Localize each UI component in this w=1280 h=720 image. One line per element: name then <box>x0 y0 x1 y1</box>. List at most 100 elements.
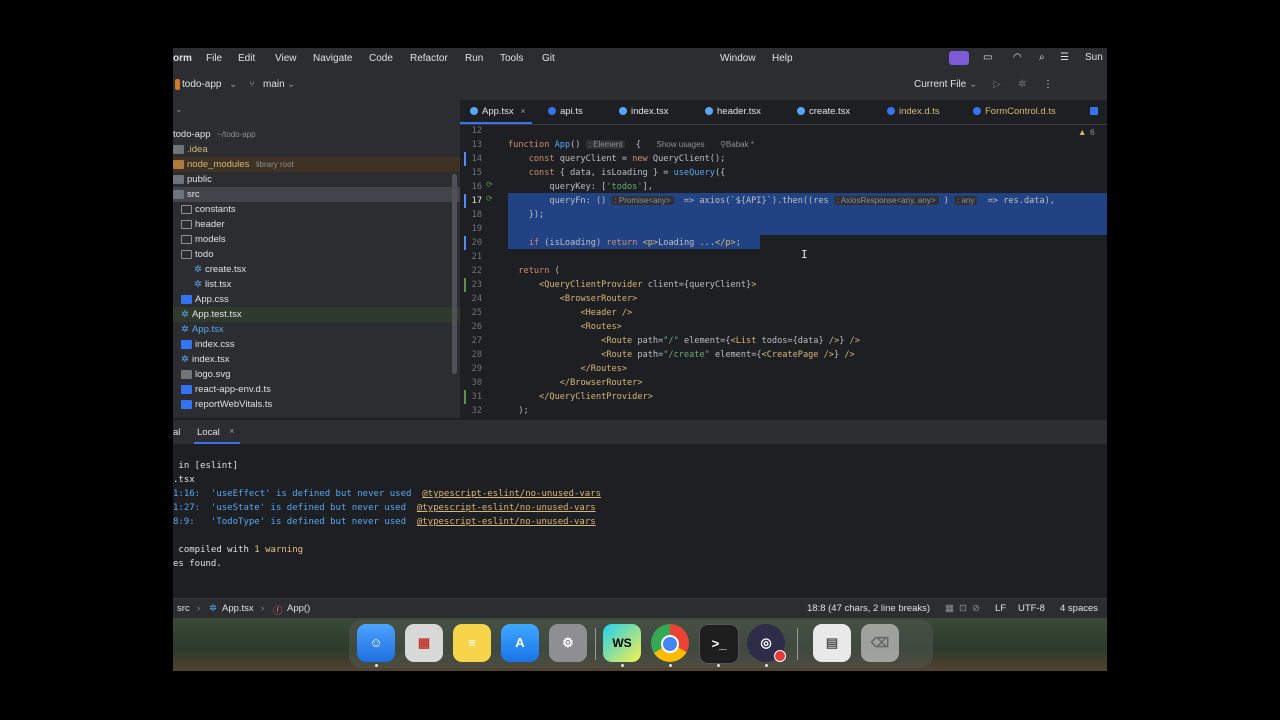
menu-window[interactable]: Window <box>720 53 756 64</box>
show-usages-link[interactable]: Show usages <box>657 140 705 149</box>
problems-count[interactable]: 6 <box>1090 127 1095 137</box>
tab-header-tsx[interactable]: header.tsx <box>705 106 761 117</box>
chevron-down-icon[interactable]: ⌄ <box>229 79 237 90</box>
clock[interactable]: Sun <box>1085 52 1103 63</box>
tab-label: api.ts <box>560 106 583 117</box>
trash-icon[interactable]: ⌫ <box>861 624 899 662</box>
tree-item-src[interactable]: src <box>173 187 460 202</box>
lock-icon[interactable]: ⊡ <box>959 603 967 614</box>
tab-local[interactable]: Local <box>197 427 220 438</box>
tab-terminal[interactable]: al <box>173 427 180 438</box>
launchpad-icon[interactable]: ▦ <box>405 624 443 662</box>
breadcrumb-src[interactable]: src <box>177 603 190 614</box>
encoding[interactable]: UTF-8 <box>1018 603 1045 614</box>
tab-api-ts[interactable]: api.ts <box>548 106 583 117</box>
menu-refactor[interactable]: Refactor <box>410 53 448 64</box>
close-icon[interactable]: × <box>229 426 235 437</box>
gutter-icon[interactable]: ⟳ <box>486 180 493 189</box>
warning-icon[interactable]: ▲ <box>1078 127 1086 137</box>
tree-item-header[interactable]: header <box>173 217 468 232</box>
run-icon[interactable]: ▷ <box>993 79 1001 90</box>
more-icon[interactable]: ⋮ <box>1043 79 1053 90</box>
tree-item-index-tsx[interactable]: ✲ index.tsx <box>173 352 468 367</box>
settings-icon[interactable]: ⚙ <box>549 624 587 662</box>
code-line: </BrowserRouter> <box>559 378 643 388</box>
webstorm-icon[interactable]: WS <box>603 624 641 662</box>
tab-formcontrol-d-ts[interactable]: FormControl.d.ts <box>973 106 1056 117</box>
indent[interactable]: 4 spaces <box>1060 603 1098 614</box>
terminal-icon[interactable]: >_ <box>699 624 739 664</box>
tree-item-models[interactable]: models <box>173 232 468 247</box>
notes-icon[interactable]: ≡ <box>453 624 491 662</box>
eslint-rule-link[interactable]: @typescript-eslint/no-unused-vars <box>417 503 596 513</box>
code-editor[interactable]: App.tsx × api.ts index.tsx header.tsx cr… <box>460 100 1107 418</box>
dock-divider <box>595 628 596 660</box>
menu-git[interactable]: Git <box>542 53 555 64</box>
tree-item-app-tsx[interactable]: ✲ App.tsx <box>173 322 468 337</box>
finder-icon[interactable]: ☺ <box>357 624 395 662</box>
run-config-selector[interactable]: Current File <box>914 79 966 90</box>
tree-scrollbar[interactable] <box>452 174 457 374</box>
menu-view[interactable]: View <box>275 53 297 64</box>
tree-item-index-css[interactable]: index.css <box>173 337 468 352</box>
app-store-icon[interactable]: A <box>501 624 539 662</box>
close-icon[interactable]: × <box>520 106 526 117</box>
search-icon[interactable]: ⌕ <box>1039 52 1045 63</box>
screen-mirror-icon[interactable] <box>949 51 969 65</box>
menu-file[interactable]: File <box>206 53 222 64</box>
preview-icon[interactable]: ▤ <box>813 624 851 662</box>
eslint-rule-link[interactable]: @typescript-eslint/no-unused-vars <box>417 517 596 527</box>
battery-icon[interactable]: ▭ <box>983 52 992 63</box>
project-selector[interactable]: todo-app <box>182 79 221 90</box>
webstorm-label: WS <box>612 636 632 650</box>
tab-index-d-ts[interactable]: index.d.ts <box>887 106 940 117</box>
menu-run[interactable]: Run <box>465 53 483 64</box>
menu-edit[interactable]: Edit <box>238 53 255 64</box>
menu-navigate[interactable]: Navigate <box>313 53 352 64</box>
tree-item-todo[interactable]: todo <box>173 247 468 262</box>
tab-app-tsx[interactable]: App.tsx × <box>470 106 526 117</box>
app-name[interactable]: orm <box>173 53 192 64</box>
tree-item-node-modules[interactable]: node_modules library root <box>173 157 460 172</box>
tree-item-create[interactable]: ✲ create.tsx <box>173 262 481 277</box>
chevron-down-icon[interactable]: ⌄ <box>287 79 295 90</box>
collapse-icon[interactable]: ⌄ <box>175 104 183 115</box>
control-center-icon[interactable]: ☰ <box>1060 52 1069 63</box>
tab-create-tsx[interactable]: create.tsx <box>797 106 850 117</box>
eslint-rule-link[interactable]: @typescript-eslint/no-unused-vars <box>422 489 601 499</box>
debug-icon[interactable]: ✲ <box>1018 79 1026 90</box>
memory-icon[interactable]: ▦ <box>945 603 954 614</box>
wifi-icon[interactable]: ◠ <box>1013 52 1022 63</box>
tree-item-list[interactable]: ✲ list.tsx <box>173 277 481 292</box>
terminal-output[interactable]: in [eslint] .tsx 1:16: 'useEffect' is de… <box>173 444 1107 598</box>
code-area[interactable]: ▲ 6 ⟳ ⟳ 12 13 14 15 16 17 18 19 20 21 22 <box>460 124 1107 418</box>
menu-code[interactable]: Code <box>369 53 393 64</box>
line-ending[interactable]: LF <box>995 603 1006 614</box>
code-line: queryKey: ['todos'], <box>508 182 653 192</box>
ide-toolbar: todo-app ⌄ ⑂ main ⌄ Current File ⌄ ▷ ✲ ⋮ <box>173 70 1107 101</box>
chrome-icon[interactable] <box>651 624 689 662</box>
tree-item-root[interactable]: todo-app ~/todo-app <box>173 127 460 142</box>
code-line: function App() : Element { Show usages ⚲… <box>508 140 754 150</box>
tree-item-public[interactable]: public <box>173 172 460 187</box>
tab-index-tsx[interactable]: index.tsx <box>619 106 669 117</box>
tree-item-report-web-vitals[interactable]: reportWebVitals.ts <box>173 397 468 412</box>
tree-item-label: App.css <box>195 294 229 305</box>
gutter-icon[interactable]: ⟳ <box>486 194 493 203</box>
breadcrumb-function[interactable]: App() <box>287 603 310 614</box>
css-file-icon <box>181 294 192 304</box>
tree-item-logo-svg[interactable]: logo.svg <box>173 367 468 382</box>
tree-item-app-test[interactable]: ✲ App.test.tsx <box>173 307 468 322</box>
branch-selector[interactable]: main <box>263 79 285 90</box>
settings-icon[interactable]: ⊘ <box>972 603 980 614</box>
menu-help[interactable]: Help <box>772 53 793 64</box>
caret-position[interactable]: 18:8 (47 chars, 2 line breaks) <box>807 603 930 614</box>
tree-item-react-app-env[interactable]: react-app-env.d.ts <box>173 382 468 397</box>
tree-item-app-css[interactable]: App.css <box>173 292 468 307</box>
menu-tools[interactable]: Tools <box>500 53 523 64</box>
more-tabs-icon[interactable] <box>1090 106 1102 117</box>
breadcrumb-file[interactable]: App.tsx <box>222 603 254 614</box>
tree-item-constants[interactable]: constants <box>173 202 468 217</box>
tree-item-idea[interactable]: .idea <box>173 142 460 157</box>
chevron-down-icon[interactable]: ⌄ <box>969 79 977 90</box>
